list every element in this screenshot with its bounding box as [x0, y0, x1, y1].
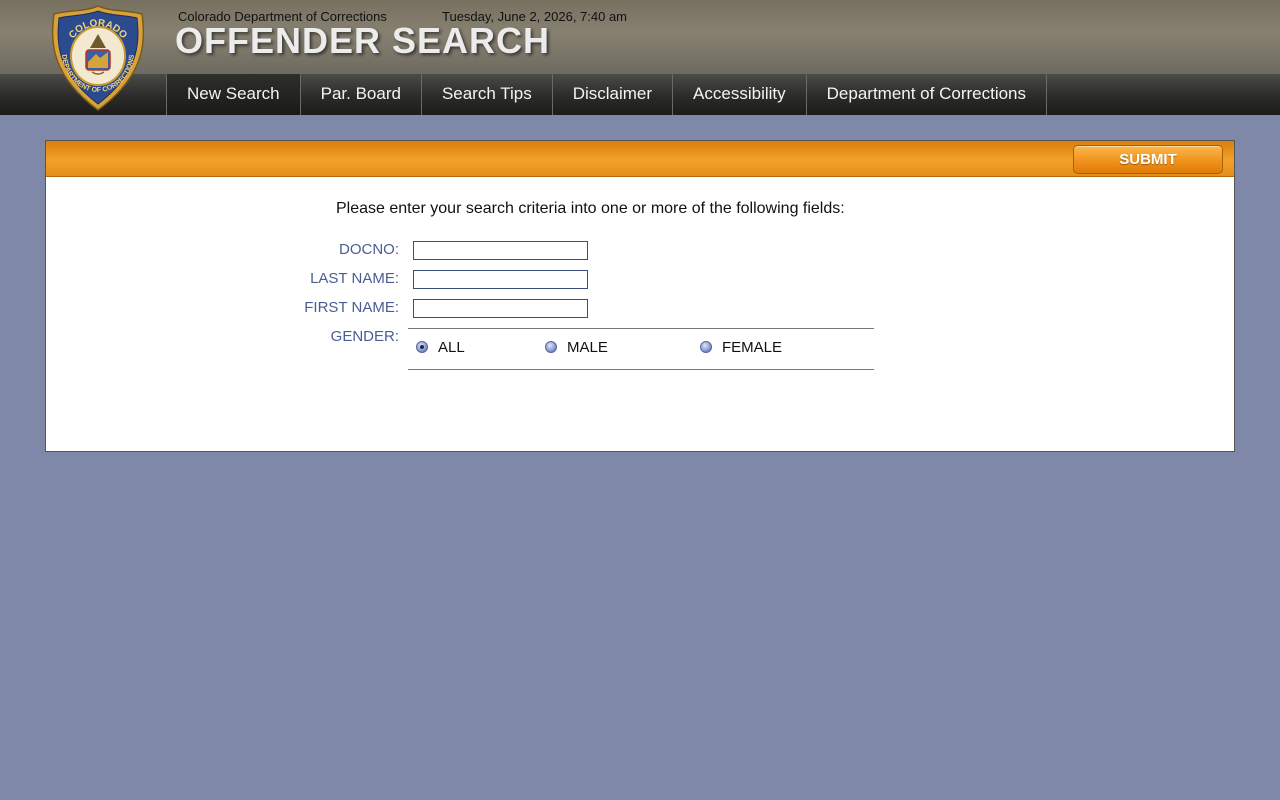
gender-female-label: FEMALE [722, 339, 783, 356]
gender-all-label: ALL [438, 339, 465, 356]
search-panel: SUBMIT Please enter your search criteria… [45, 140, 1235, 452]
gender-male-label: MALE [567, 339, 608, 356]
main-nav: New Search Par. Board Search Tips Discla… [0, 74, 1280, 115]
first-name-label: FIRST NAME: [304, 299, 399, 316]
first-name-input[interactable] [413, 299, 588, 318]
radio-all-icon[interactable] [416, 341, 428, 353]
doc-badge-logo: COLORADO DEPARTMENT OF CORRECTIONS [51, 5, 145, 111]
gender-radio-group: ALL MALE FEMALE [408, 328, 874, 370]
gender-label: GENDER: [330, 328, 399, 345]
docno-input[interactable] [413, 241, 588, 260]
panel-toolbar: SUBMIT [46, 141, 1234, 177]
site-header: Colorado Department of Corrections Tuesd… [0, 0, 1280, 74]
last-name-label: LAST NAME: [310, 270, 399, 287]
last-name-input[interactable] [413, 270, 588, 289]
page-title: OFFENDER SEARCH [175, 20, 551, 61]
nav-parole-board[interactable]: Par. Board [299, 74, 421, 115]
nav-disclaimer[interactable]: Disclaimer [551, 74, 672, 115]
docno-label: DOCNO: [339, 241, 399, 258]
gender-all-option[interactable]: ALL [416, 329, 526, 367]
nav-list: New Search Par. Board Search Tips Discla… [166, 74, 1048, 115]
gender-male-option[interactable]: MALE [545, 329, 675, 367]
gender-female-option[interactable]: FEMALE [700, 329, 840, 367]
nav-new-search[interactable]: New Search [166, 74, 300, 115]
submit-button[interactable]: SUBMIT [1073, 145, 1223, 174]
nav-search-tips[interactable]: Search Tips [420, 74, 552, 115]
nav-department-of-corrections[interactable]: Department of Corrections [805, 74, 1048, 115]
radio-male-icon[interactable] [545, 341, 557, 353]
radio-female-icon[interactable] [700, 341, 712, 353]
search-instructions: Please enter your search criteria into o… [336, 200, 845, 217]
nav-accessibility[interactable]: Accessibility [672, 74, 806, 115]
